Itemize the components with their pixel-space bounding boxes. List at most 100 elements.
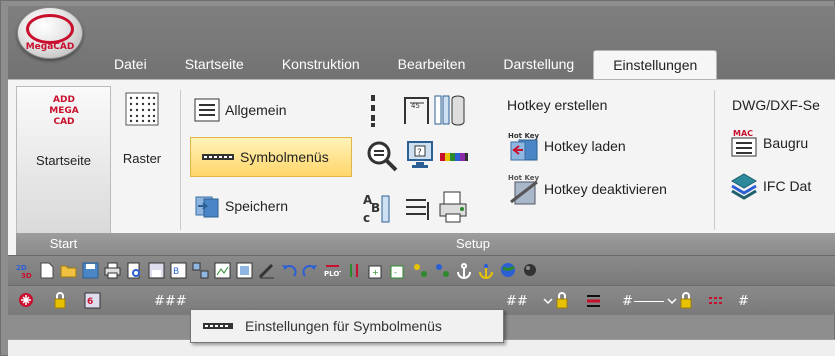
redo-icon[interactable] [302,262,319,279]
undo-icon[interactable] [280,262,297,279]
open-folder-icon[interactable] [60,262,77,279]
dashed-line-icon[interactable] [708,292,725,309]
baugruppen-label: Baugru [763,135,809,151]
image-view-icon[interactable] [214,262,231,279]
2d-3d-toggle-icon[interactable]: 2D3D [16,262,33,279]
baugruppen-badge-text: MAC [733,129,753,138]
main-toolbar: 2D3D B PLOT + - [8,255,835,285]
hotkey-load-icon: Hot Key [508,132,539,161]
ifc-daten-button[interactable]: IFC Dat [730,172,811,200]
hotkey-erstellen-button[interactable]: Hotkey erstellen [507,97,607,113]
tab-datei[interactable]: Datei [95,50,166,80]
symbolmenu-bar-icon [203,323,233,329]
dwg-dxf-button[interactable]: DWG/DXF-Se [732,97,820,113]
plot-icon-text: PLOT [324,270,341,278]
hotkey-erstellen-label: Hotkey erstellen [507,97,608,113]
symbolmenus-label: Symbolmenüs [240,149,329,165]
dwg-dxf-label: DWG/DXF-Se [732,97,820,113]
tab-startseite[interactable]: Startseite [166,50,263,80]
line-type-value[interactable]: ### [154,294,187,309]
hotkey-badge-text-2: Hot Key [508,174,539,182]
logo-ring-icon [26,14,74,44]
text-font-icon[interactable]: A B c [362,190,392,224]
vertical-dots-icon[interactable] [368,94,378,128]
baugruppen-icon: MAC [731,129,757,157]
start-group-label: Start [16,233,111,255]
tab-konstruktion[interactable]: Konstruktion [263,50,379,80]
group-icon[interactable]: + [368,262,385,279]
svg-text:?: ? [417,148,422,158]
svg-text:ADD: ADD [53,95,75,105]
save-as-icon[interactable] [148,262,165,279]
line-style-value[interactable]: # [622,294,633,309]
move-arrows-icon[interactable] [346,262,363,279]
save-icon[interactable] [82,262,99,279]
new-file-icon[interactable] [38,262,55,279]
svg-text:B: B [371,201,380,215]
svg-text:+: + [372,268,379,277]
line-width-value[interactable]: ## [506,294,528,309]
ifc-layers-icon [731,173,757,200]
svg-text:6: 6 [87,297,93,307]
hatch-value[interactable]: # [738,294,749,309]
line-weight-icon[interactable] [586,292,603,309]
svg-text:2D: 2D [16,264,27,272]
symbolmenus-button[interactable]: Symbolmenüs [190,137,352,177]
hotkey-laden-label: Hotkey laden [544,138,626,154]
megacad-logo-button[interactable]: MegaCAD [17,7,83,59]
snap-point-2-icon[interactable] [434,262,451,279]
logo-text: MegaCAD [25,42,75,52]
anchor-color-icon[interactable] [478,262,495,279]
tab-einstellungen[interactable]: Einstellungen [593,50,718,80]
raster-button[interactable]: Raster [114,92,170,166]
tooltip-text: Einstellungen für Symbolmenüs [245,318,442,334]
import-icon[interactable]: B [170,262,187,279]
svg-text:3D: 3D [21,272,32,279]
ungroup-icon[interactable]: - [390,262,407,279]
startseite-label: Startseite [36,153,91,168]
layer-counter-icon[interactable]: 6 [84,292,101,309]
hotkey-deaktivieren-button[interactable]: Hot Key Hotkey deaktivieren [507,172,667,206]
svg-text:B: B [173,267,179,277]
snap-point-icon[interactable] [412,262,429,279]
globe-icon[interactable] [500,262,517,279]
hotkey-disable-icon: Hot Key [508,174,539,205]
print-preview-icon[interactable] [126,262,143,279]
lock-icon[interactable] [678,292,695,309]
svg-text:-: - [394,268,397,277]
startseite-button[interactable]: ADD MEGA CAD Startseite [16,92,111,168]
print-icon[interactable] [104,262,121,279]
monitor-help-icon[interactable]: ? [406,140,434,170]
plot-icon[interactable]: PLOT [324,262,341,279]
snap-star-icon[interactable] [18,292,35,309]
ribbon-tabs: Datei Startseite Konstruktion Bearbeiten… [95,50,718,80]
allgemein-button[interactable]: Allgemein [194,97,286,123]
separator [180,90,181,230]
raster-grid-icon [125,92,159,126]
tab-darstellung[interactable]: Darstellung [484,50,593,80]
hotkey-deaktivieren-label: Hotkey deaktivieren [544,181,667,197]
baugruppen-button[interactable]: MAC Baugru [730,128,808,158]
symbolmenus-tooltip: Einstellungen für Symbolmenüs [190,309,504,343]
speichern-button[interactable]: Speichern [194,192,288,220]
scan-icon[interactable] [236,262,253,279]
tab-bearbeiten[interactable]: Bearbeiten [379,50,485,80]
line-styles-icon[interactable] [404,192,432,222]
dimension-frame-icon[interactable]: 45 [402,94,432,126]
speichern-label: Speichern [225,198,289,214]
window-manager-icon[interactable] [192,262,209,279]
hotkey-laden-button[interactable]: Hot Key Hotkey laden [507,130,626,162]
svg-text:c: c [363,211,370,224]
columns-cylinder-icon[interactable] [434,94,466,126]
color-bar-icon[interactable] [440,152,468,162]
anchor-icon[interactable] [456,262,473,279]
ifc-daten-label: IFC Dat [763,178,812,194]
plotter-icon[interactable] [438,190,468,224]
edit-pencil-icon[interactable] [258,262,275,279]
lock-icon[interactable] [52,292,69,309]
lock-icon[interactable] [554,292,571,309]
magnifier-lines-icon[interactable] [366,140,400,174]
sphere-icon[interactable] [522,262,539,279]
svg-text:MEGA: MEGA [49,106,78,116]
allgemein-label: Allgemein [225,102,287,118]
